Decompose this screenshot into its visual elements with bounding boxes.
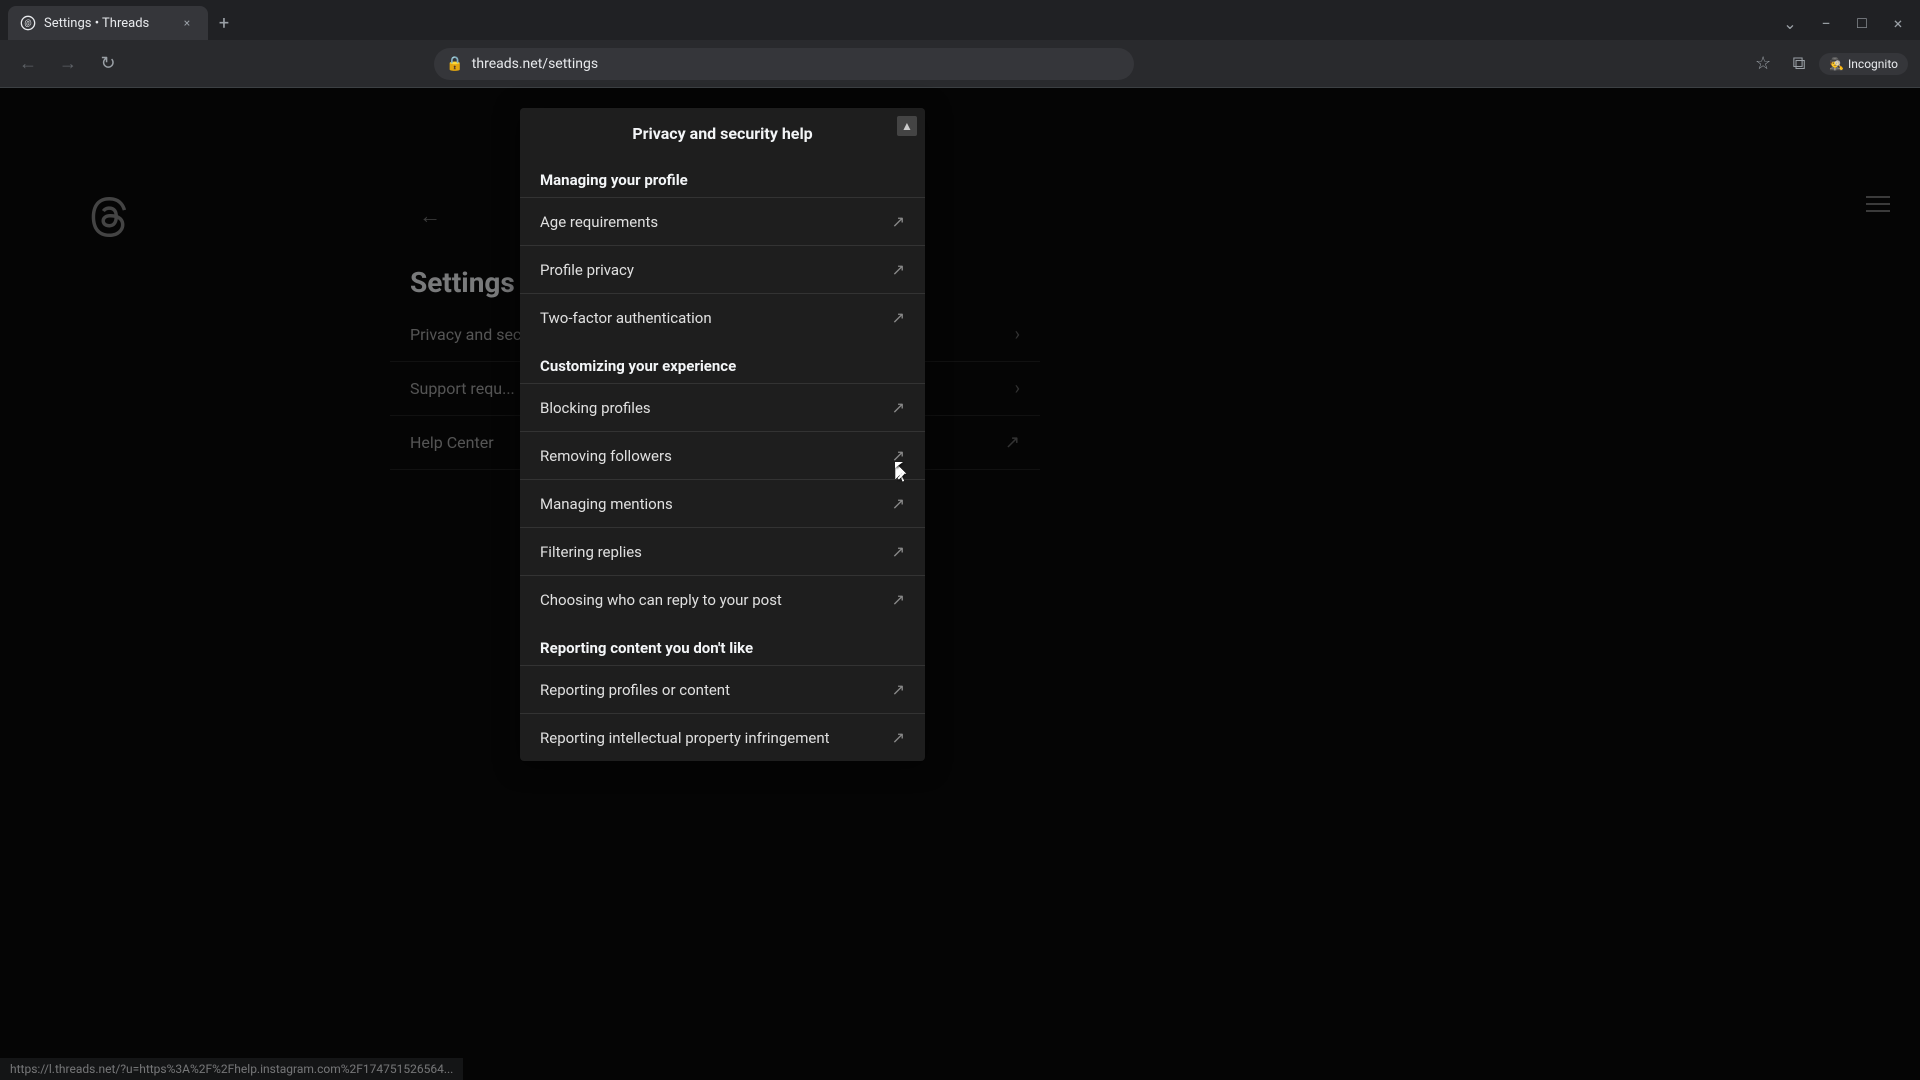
tab-close-button[interactable]: × (178, 14, 196, 32)
lock-icon: 🔒 (446, 56, 463, 72)
svg-text:@: @ (24, 19, 31, 28)
external-link-icon: ↗ (892, 728, 905, 747)
external-link-icon: ↗ (892, 494, 905, 513)
managing-mentions-label: Managing mentions (540, 495, 673, 513)
reporting-ip-item[interactable]: Reporting intellectual property infringe… (520, 713, 925, 761)
removing-followers-label: Removing followers (540, 447, 672, 465)
choosing-reply-label: Choosing who can reply to your post (540, 591, 782, 609)
profile-privacy-label: Profile privacy (540, 261, 634, 279)
choosing-reply-item[interactable]: Choosing who can reply to your post ↗ (520, 575, 925, 623)
age-requirements-label: Age requirements (540, 213, 658, 231)
external-link-icon: ↗ (892, 260, 905, 279)
close-window-button[interactable]: × (1884, 9, 1912, 37)
reload-button[interactable]: ↻ (92, 48, 124, 80)
tab-bar: @ Settings • Threads × + ⌄ − □ × (0, 0, 1920, 40)
managing-mentions-item[interactable]: Managing mentions ↗ (520, 479, 925, 527)
tab-controls: ⌄ − □ × (1776, 9, 1912, 37)
modal-overlay (0, 88, 1920, 1080)
help-panel-header: Privacy and security help ▲ (520, 108, 925, 155)
incognito-label: Incognito (1848, 57, 1898, 71)
external-link-icon: ↗ (892, 446, 905, 465)
active-tab[interactable]: @ Settings • Threads × (8, 6, 208, 40)
external-link-icon: ↗ (892, 542, 905, 561)
incognito-badge: 🕵 Incognito (1819, 53, 1908, 75)
two-factor-auth-item[interactable]: Two-factor authentication ↗ (520, 293, 925, 341)
tab-list-button[interactable]: ⌄ (1776, 9, 1804, 37)
help-panel-title: Privacy and security help (540, 124, 905, 143)
external-link-icon: ↗ (892, 590, 905, 609)
address-bar[interactable]: 🔒 threads.net/settings (434, 48, 1134, 80)
reporting-ip-label: Reporting intellectual property infringe… (540, 729, 830, 747)
incognito-icon: 🕵 (1829, 57, 1844, 71)
forward-button[interactable]: → (52, 48, 84, 80)
external-link-icon: ↗ (892, 308, 905, 327)
tab-title: Settings • Threads (44, 16, 170, 31)
help-panel-content[interactable]: Managing your profile Age requirements ↗… (520, 155, 925, 761)
help-panel: Privacy and security help ▲ Managing you… (520, 108, 925, 761)
external-link-icon: ↗ (892, 398, 905, 417)
filtering-replies-label: Filtering replies (540, 543, 642, 561)
two-factor-auth-label: Two-factor authentication (540, 309, 712, 327)
customizing-experience-heading: Customizing your experience (520, 341, 925, 383)
browser-chrome: @ Settings • Threads × + ⌄ − □ × ← → ↻ 🔒… (0, 0, 1920, 88)
maximize-button[interactable]: □ (1848, 9, 1876, 37)
bookmark-button[interactable]: ☆ (1747, 48, 1779, 80)
reporting-profiles-item[interactable]: Reporting profiles or content ↗ (520, 665, 925, 713)
profile-privacy-item[interactable]: Profile privacy ↗ (520, 245, 925, 293)
blocking-profiles-label: Blocking profiles (540, 399, 651, 417)
reporting-profiles-label: Reporting profiles or content (540, 681, 730, 699)
filtering-replies-item[interactable]: Filtering replies ↗ (520, 527, 925, 575)
url-text: threads.net/settings (472, 56, 1123, 72)
nav-right: ☆ ⧉ 🕵 Incognito (1747, 48, 1908, 80)
removing-followers-item[interactable]: Removing followers ↗ (520, 431, 925, 479)
minimize-button[interactable]: − (1812, 9, 1840, 37)
external-link-icon: ↗ (892, 212, 905, 231)
new-tab-button[interactable]: + (210, 9, 238, 37)
reporting-content-heading: Reporting content you don't like (520, 623, 925, 665)
nav-bar: ← → ↻ 🔒 threads.net/settings ☆ ⧉ 🕵 Incog… (0, 40, 1920, 88)
tab-view-button[interactable]: ⧉ (1783, 48, 1815, 80)
back-button[interactable]: ← (12, 48, 44, 80)
tab-favicon: @ (20, 15, 36, 31)
age-requirements-item[interactable]: Age requirements ↗ (520, 197, 925, 245)
blocking-profiles-item[interactable]: Blocking profiles ↗ (520, 383, 925, 431)
external-link-icon: ↗ (892, 680, 905, 699)
scroll-up-button[interactable]: ▲ (897, 116, 917, 136)
managing-profile-heading: Managing your profile (520, 155, 925, 197)
